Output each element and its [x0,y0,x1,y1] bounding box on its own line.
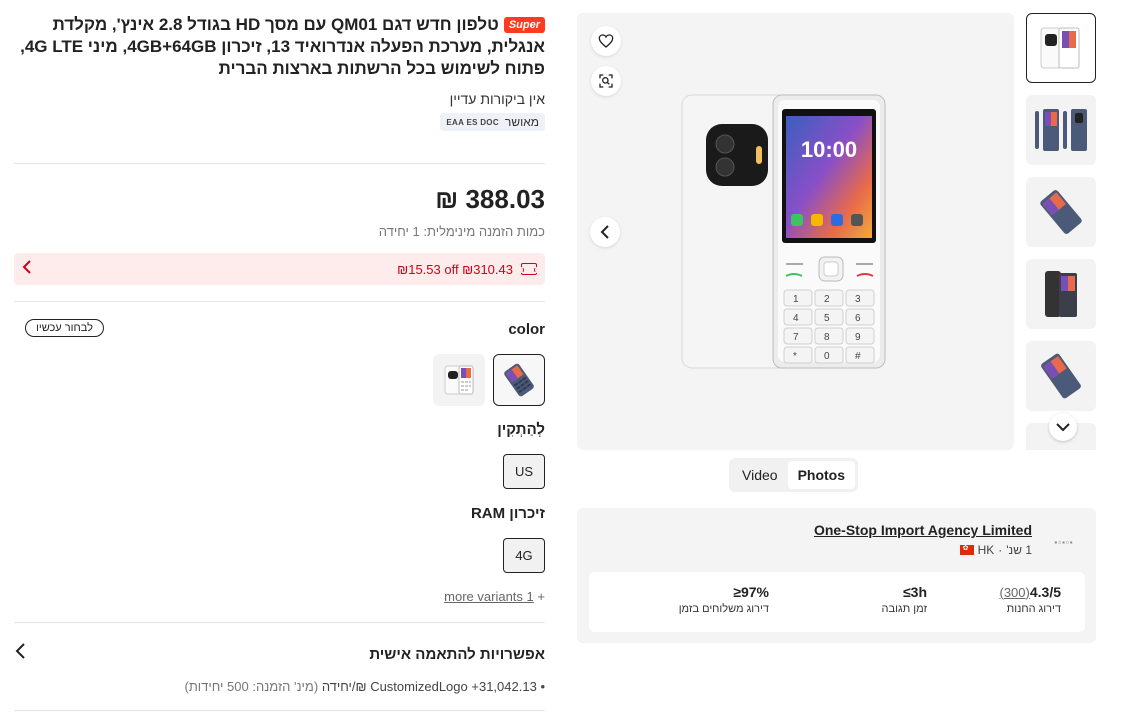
keypad-key-label: 7 [793,332,799,343]
supplier-meta: 1 שנ' · HK [959,543,1032,557]
ram-option-4g[interactable]: 4G [503,538,545,573]
thumbnail-5[interactable] [1026,341,1096,411]
screen-time: 10:00 [801,137,857,162]
product-title-text: טלפון חדש דגם QM01 עם מסך HD בגודל 2.8 א… [20,15,545,78]
supplier-region: HK [977,543,995,557]
keypad-key-label: 6 [855,313,861,324]
customization-item: • CustomizedLogo +31,042.13 ₪/יחידה (מינ… [184,679,545,694]
divider [14,163,545,164]
tab-video[interactable]: Video [732,461,788,489]
color-label: color [508,321,545,338]
keypad-key-label: 5 [824,313,830,324]
hk-flag-icon [959,544,974,555]
supplier-years: 1 שנ' [1006,543,1032,557]
store-rating-count[interactable]: (300) [999,585,1029,600]
phone-main-image: 10:00 1 2 3 4 5 6 7 8 9 * 0 # [681,94,886,369]
favorite-heart-icon[interactable] [591,26,621,56]
ontime-label: דירוג משלוחים בזמן [678,603,769,615]
phone-white-image [444,365,474,395]
plug-option-us[interactable]: US [503,454,545,489]
product-title: Superטלפון חדש דגם QM01 עם מסך HD בגודל … [14,14,545,80]
min-order-text: כמות הזמנה מינימלית: 1 יחידה [378,224,545,239]
stat-ontime-delivery: ≥97% דירוג משלוחים בזמן [679,584,769,615]
color-swatch-white[interactable] [433,354,485,406]
chevron-left-icon [22,259,32,279]
phone-blue-image [504,363,534,397]
keypad-key-label: 4 [793,313,799,324]
thumb-phone-dark [1045,271,1077,317]
more-variants-link[interactable]: + 1 more variants [444,589,545,604]
divider [14,710,545,711]
thumb-phone-angled-2 [1041,353,1081,399]
stat-store-rating[interactable]: 4.3/5(300) דירוג החנות [999,584,1061,615]
color-swatch-blue[interactable] [493,354,545,406]
reviews-text[interactable]: אין ביקורות עדיין [14,91,545,107]
ram-label: זיכרון RAM [470,505,545,522]
cert-label: מאושר [504,115,539,129]
keypad-key-label: 2 [824,294,830,305]
thumb-phone-sides [1035,109,1087,151]
keypad-key-label: 8 [824,332,830,343]
custom-item-note: (מינ' הזמנה: 500 יחידות) [184,679,319,694]
separator-dot: · [998,543,1003,557]
supplier-card: One-Stop Import Agency Limited 1 שנ' · H… [577,508,1096,643]
response-time-label: זמן תגובה [881,603,927,615]
thumbnail-3[interactable] [1026,177,1096,247]
keypad-key-label: 0 [824,351,830,362]
thumb-phone-angled [1040,190,1082,234]
chevron-down-icon[interactable] [1049,413,1077,441]
coupon-banner[interactable]: ₪15.53 off ₪310.43 [14,253,545,285]
ticket-icon [518,263,540,275]
chevron-left-icon [14,642,26,666]
thumbnail-1[interactable] [1026,13,1096,83]
keypad-key-label: 3 [855,294,861,305]
certification-badge[interactable]: מאושר EAA ES DOC [440,113,545,131]
supplier-name-link[interactable]: One-Stop Import Agency Limited [814,522,1032,538]
keypad-key-label: # [855,351,861,362]
price: 388.03 ₪ [435,184,545,214]
customization-row[interactable]: אפשרויות להתאמה אישית [14,642,545,666]
divider [14,622,545,623]
product-image-gallery[interactable]: 10:00 1 2 3 4 5 6 7 8 9 * 0 # [577,13,1014,450]
ontime-value: ≥97% [733,584,769,600]
super-badge: Super [503,17,545,33]
prev-image-chevron-icon[interactable] [590,217,620,247]
keypad-key-label: 1 [793,294,799,305]
store-rating-value: 4.3/5 [1029,584,1061,600]
thumb-phone-white [1040,27,1080,69]
custom-item-name: CustomizedLogo [370,679,468,694]
divider [14,301,545,302]
bullet: • [540,679,545,694]
cert-logos: EAA ES DOC [446,117,499,127]
supplier-logo[interactable]: ▪▫▪▫▪ [1042,530,1086,554]
media-tabs: Video Photos [729,458,859,492]
tab-photos[interactable]: Photos [787,461,856,489]
keypad-key-label: * [793,351,797,362]
coupon-text: ₪15.53 off ₪310.43 [397,261,513,277]
thumbnail-strip [1026,13,1096,450]
more-variants-text: 1 more variants [444,589,534,604]
store-rating-label: דירוג החנות [1006,603,1061,615]
supplier-stats: 4.3/5(300) דירוג החנות ≤3h זמן תגובה ≥97… [589,572,1085,632]
choose-now-button[interactable]: לבחור עכשיו [25,319,104,337]
product-info-panel: Superטלפון חדש דגם QM01 עם מסך HD בגודל … [14,14,545,716]
keypad-key-label: 9 [855,332,861,343]
more-variants-prefix: + [537,589,545,604]
keypad-key [783,346,813,364]
image-search-icon[interactable] [591,66,621,96]
customization-title: אפשרויות להתאמה אישית [369,645,545,663]
response-time-value: ≤3h [902,584,927,600]
stat-response-time: ≤3h זמן תגובה [882,584,927,615]
thumbnail-2[interactable] [1026,95,1096,165]
thumbnail-4[interactable] [1026,259,1096,329]
plug-label: לְהַתְקִין [497,421,545,438]
